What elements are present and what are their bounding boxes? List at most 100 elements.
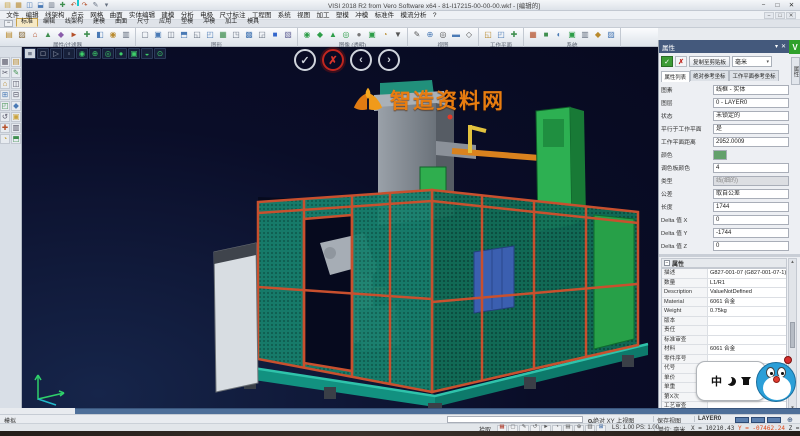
simulation-tick[interactable]	[77, 0, 79, 6]
viewport-toolbar-icon[interactable]: ◎	[102, 48, 114, 59]
toolbar-icon[interactable]: ▩	[243, 29, 255, 40]
menu-item[interactable]: 模流分析	[397, 11, 429, 20]
quick-access-icon[interactable]: ⬓	[36, 1, 45, 10]
toolbar-icon[interactable]: ▨	[605, 29, 617, 40]
toolbar-icon[interactable]: ◐	[553, 29, 565, 40]
left-toolbar-icon[interactable]: ⬒	[11, 134, 21, 144]
panel-side-tab[interactable]: 属性	[791, 57, 800, 85]
toolbar-icon[interactable]: ◆	[314, 29, 326, 40]
minimize-button[interactable]: −	[757, 1, 770, 10]
ribbon-tab[interactable]: 尺寸	[132, 18, 154, 28]
viewport-toolbar-icon[interactable]: □	[37, 48, 49, 59]
toolbar-icon[interactable]: ◇	[463, 29, 475, 40]
toolbar-icon[interactable]: ◫	[165, 29, 177, 40]
ribbon-tab[interactable]: 曲面	[110, 18, 132, 28]
left-toolbar-icon[interactable]: ⌂	[0, 79, 10, 89]
quick-access-icon[interactable]: ▦	[14, 1, 23, 10]
viewport-toolbar-icon[interactable]: ◉	[76, 48, 88, 59]
viewport-nav-button[interactable]: ✗	[322, 49, 344, 71]
toolbar-icon[interactable]: ✚	[508, 29, 520, 40]
menu-item[interactable]: ?	[430, 11, 440, 20]
toolbar-icon[interactable]: ■	[269, 29, 281, 40]
ribbon-tab[interactable]: 应用	[154, 18, 176, 28]
panel-close-icon[interactable]: ✕	[781, 43, 786, 50]
panel-tab[interactable]: 工作平面参考坐标	[729, 70, 779, 81]
quick-access-icon[interactable]: ▤	[3, 1, 12, 10]
left-toolbar-icon[interactable]: ✚	[0, 123, 10, 133]
toolbar-icon[interactable]: ◎	[437, 29, 449, 40]
left-toolbar-icon[interactable]: ⊟	[11, 90, 21, 100]
property-value[interactable]: 线框 - 实体	[713, 85, 789, 95]
property-value[interactable]: 0	[713, 241, 789, 251]
quick-access-icon[interactable]: ✎	[91, 1, 100, 10]
quick-access-icon[interactable]: ▥	[47, 1, 56, 10]
toolbar-icon[interactable]: ◲	[256, 29, 268, 40]
child-close-button[interactable]: ✕	[786, 12, 796, 19]
ribbon-tab[interactable]: 标准	[16, 18, 38, 28]
attribute-row[interactable]: 数量 L1/R1	[662, 279, 786, 289]
quick-access-icon[interactable]: ◫	[25, 1, 34, 10]
toolbar-icon[interactable]: ▼	[392, 29, 404, 40]
toolbar-icon[interactable]: ✎	[411, 29, 423, 40]
left-toolbar-icon[interactable]: ▦	[0, 57, 10, 67]
property-value[interactable]: 0	[713, 215, 789, 225]
ribbon-tab[interactable]: 冲模	[198, 18, 220, 28]
ribbon-tab[interactable]: 塑模	[176, 18, 198, 28]
copy-to-clipboard-button[interactable]: 复制至剪贴板	[689, 56, 730, 67]
toolbar-icon[interactable]: ◉	[107, 29, 119, 40]
property-value[interactable]: 线(细的)	[713, 176, 789, 186]
quick-access-icon[interactable]: ↷	[80, 1, 89, 10]
viewport-nav-button[interactable]: ‹	[350, 49, 372, 71]
menu-item[interactable]: 塑模	[333, 11, 352, 20]
ribbon-tab[interactable]: 建模	[88, 18, 110, 28]
viewport-toolbar-icon[interactable]: ▣	[128, 48, 140, 59]
property-value[interactable]: 1744	[713, 202, 789, 212]
panel-tab[interactable]: 属性列表	[661, 71, 690, 82]
toolbar-icon[interactable]: ◱	[191, 29, 203, 40]
toolbar-icon[interactable]: ▤	[3, 29, 15, 40]
property-value[interactable]: 4	[713, 163, 789, 173]
scrollbar-thumb[interactable]	[790, 322, 795, 348]
attribute-row[interactable]: Description ValueNotDefined	[662, 288, 786, 298]
viewport-nav-button[interactable]: ›	[378, 49, 400, 71]
viewport-toolbar-icon[interactable]: ▫	[63, 48, 75, 59]
toolbar-icon[interactable]: ▲	[42, 29, 54, 40]
ribbon-tab[interactable]: 模具	[242, 18, 264, 28]
viewport-toolbar-icon[interactable]: ◒	[141, 48, 153, 59]
panel-pin-icon[interactable]: ▾	[775, 43, 778, 50]
toolbar-icon[interactable]: ▧	[282, 29, 294, 40]
color-swatch[interactable]	[735, 417, 749, 423]
color-swatch[interactable]	[751, 417, 765, 423]
viewport-toolbar-icon[interactable]: ≡	[24, 48, 36, 59]
toolbar-icon[interactable]: ✚	[81, 29, 93, 40]
quick-access-icon[interactable]: ✚	[58, 1, 67, 10]
command-input[interactable]	[447, 416, 583, 423]
toolbar-icon[interactable]: ◆	[55, 29, 67, 40]
left-toolbar-icon[interactable]: ▥	[11, 123, 21, 133]
attribute-row[interactable]: 版本	[662, 317, 786, 327]
property-value[interactable]: 0 - LAYER0	[713, 98, 789, 108]
attributes-section-header[interactable]: − 属性	[661, 258, 787, 268]
toolbar-icon[interactable]: ◰	[495, 29, 507, 40]
left-toolbar-icon[interactable]: ◔	[0, 134, 10, 144]
property-value[interactable]: 取自公差	[713, 189, 789, 199]
menu-item[interactable]: 视图	[294, 11, 313, 20]
viewport[interactable]: ≡□▷▫◉⊕◎●▣◒⊙ ✓✗‹› 智造资料网	[22, 47, 658, 408]
property-value[interactable]: 2952.0009	[713, 137, 789, 147]
left-toolbar-icon[interactable]: ↺	[0, 112, 10, 122]
left-toolbar-icon[interactable]: ✎	[11, 68, 21, 78]
toolbar-icon[interactable]: ▬	[450, 29, 462, 40]
toolbar-icon[interactable]: ▣	[366, 29, 378, 40]
viewport-toolbar-icon[interactable]: ⊕	[89, 48, 101, 59]
property-value[interactable]: 是	[713, 124, 789, 134]
toolbar-icon[interactable]: ▦	[527, 29, 539, 40]
active-layer[interactable]: LAYER0	[698, 416, 721, 422]
property-value[interactable]: -1744	[713, 228, 789, 238]
left-toolbar-icon[interactable]: ▤	[11, 57, 21, 67]
toolbar-icon[interactable]: ◳	[230, 29, 242, 40]
attribute-row[interactable]: Weight 0.75kg	[662, 307, 786, 317]
toolbar-icon[interactable]: ▲	[327, 29, 339, 40]
toolbar-icon[interactable]: ◉	[301, 29, 313, 40]
child-restore-button[interactable]: □	[775, 12, 785, 19]
viewport-toolbar-icon[interactable]: ●	[115, 48, 127, 59]
